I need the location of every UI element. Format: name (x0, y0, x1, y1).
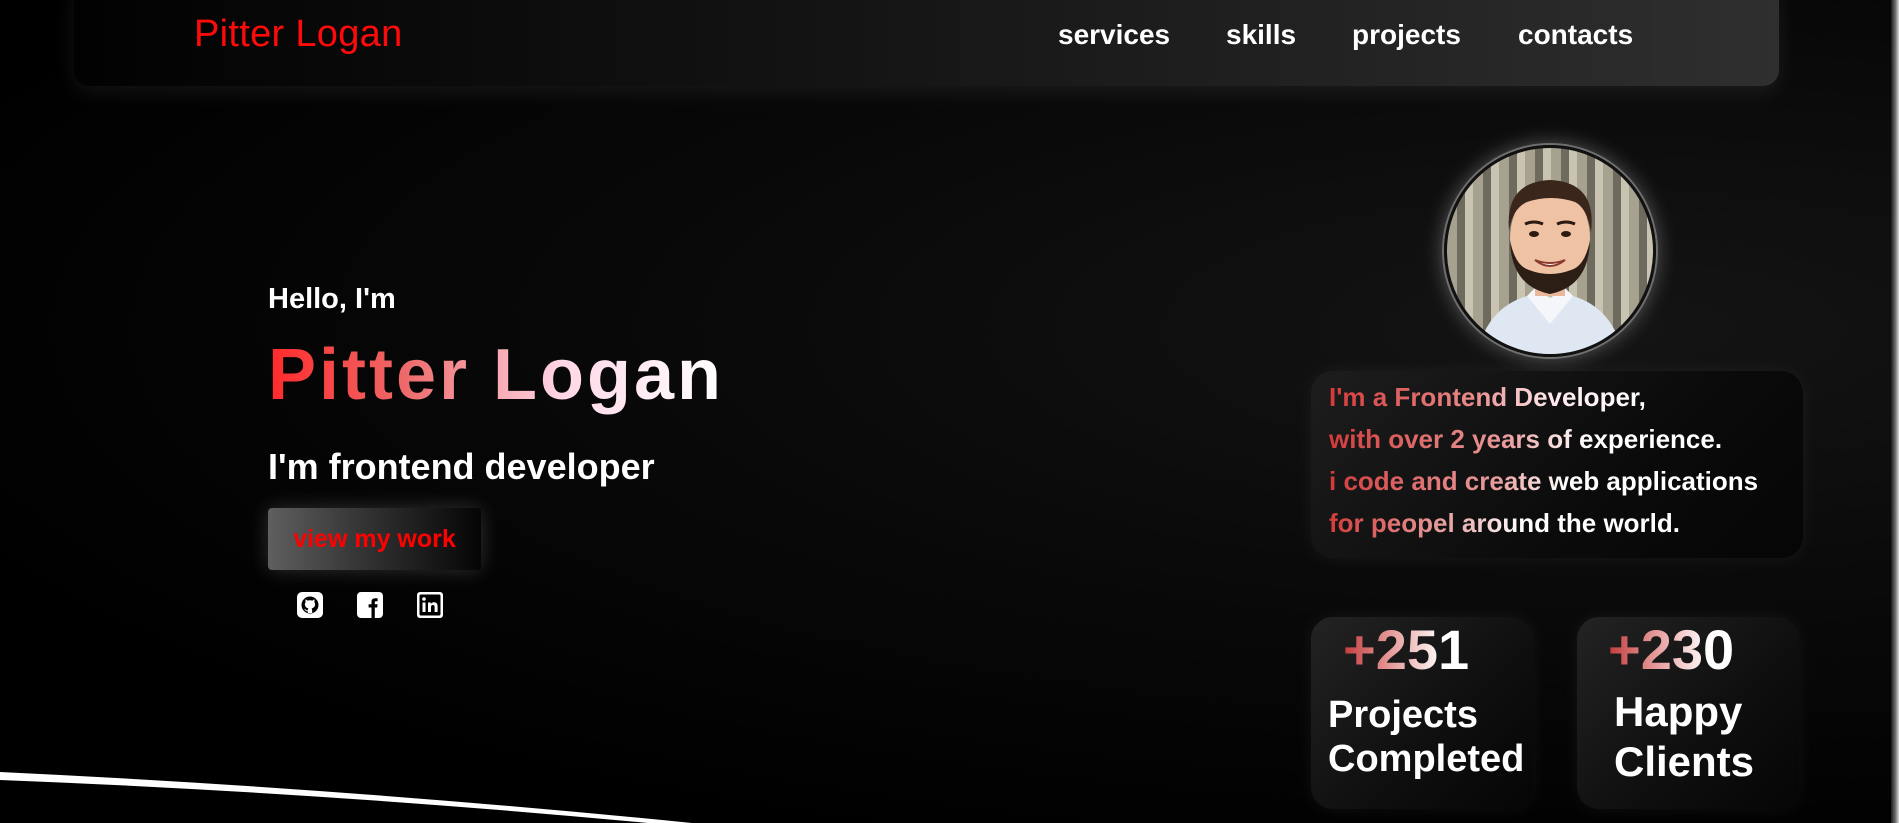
stat-label-line: Happy (1614, 688, 1743, 735)
about-line: with over 2 years of experience. (1329, 424, 1723, 454)
about-line: i code and create web applications (1329, 466, 1759, 496)
stat-label-line: Completed (1328, 738, 1525, 780)
nav-links: services skills projects contacts (0, 18, 1899, 52)
portfolio-page: Pitter Logan services skills projects co… (0, 0, 1899, 823)
nav-link-services[interactable]: services (1058, 18, 1170, 52)
hero-name: Pitter Logan (268, 335, 725, 415)
stat-number: +251 (1343, 618, 1470, 681)
nav-link-contacts[interactable]: contacts (1518, 18, 1633, 52)
github-icon[interactable] (296, 591, 324, 619)
stat-label: Projects Completed (1328, 693, 1524, 781)
stat-number: +230 (1608, 618, 1735, 681)
stat-card-projects: +251 Projects Completed (1311, 617, 1533, 809)
about-line: for peopel around the world. (1329, 508, 1680, 538)
nav-link-skills[interactable]: skills (1226, 18, 1296, 52)
decorative-swoosh (0, 772, 692, 823)
stat-label-line: Clients (1614, 738, 1755, 785)
nav-link-projects[interactable]: projects (1352, 18, 1461, 52)
page-edge-scroll-shadow (1891, 0, 1899, 823)
about-line: I'm a Frontend Developer, (1329, 382, 1646, 412)
view-my-work-button[interactable]: view my work (268, 508, 481, 570)
hero-role: I'm frontend developer (268, 446, 655, 487)
facebook-icon[interactable] (356, 591, 384, 619)
stat-card-clients: +230 Happy Clients (1577, 617, 1799, 809)
stat-label: Happy Clients (1614, 687, 1754, 787)
profile-avatar (1444, 145, 1656, 357)
stat-label-line: Projects (1328, 694, 1478, 736)
about-card: I'm a Frontend Developer, with over 2 ye… (1311, 371, 1803, 558)
linkedin-icon[interactable] (416, 591, 444, 619)
hero-greeting: Hello, I'm (268, 283, 396, 315)
